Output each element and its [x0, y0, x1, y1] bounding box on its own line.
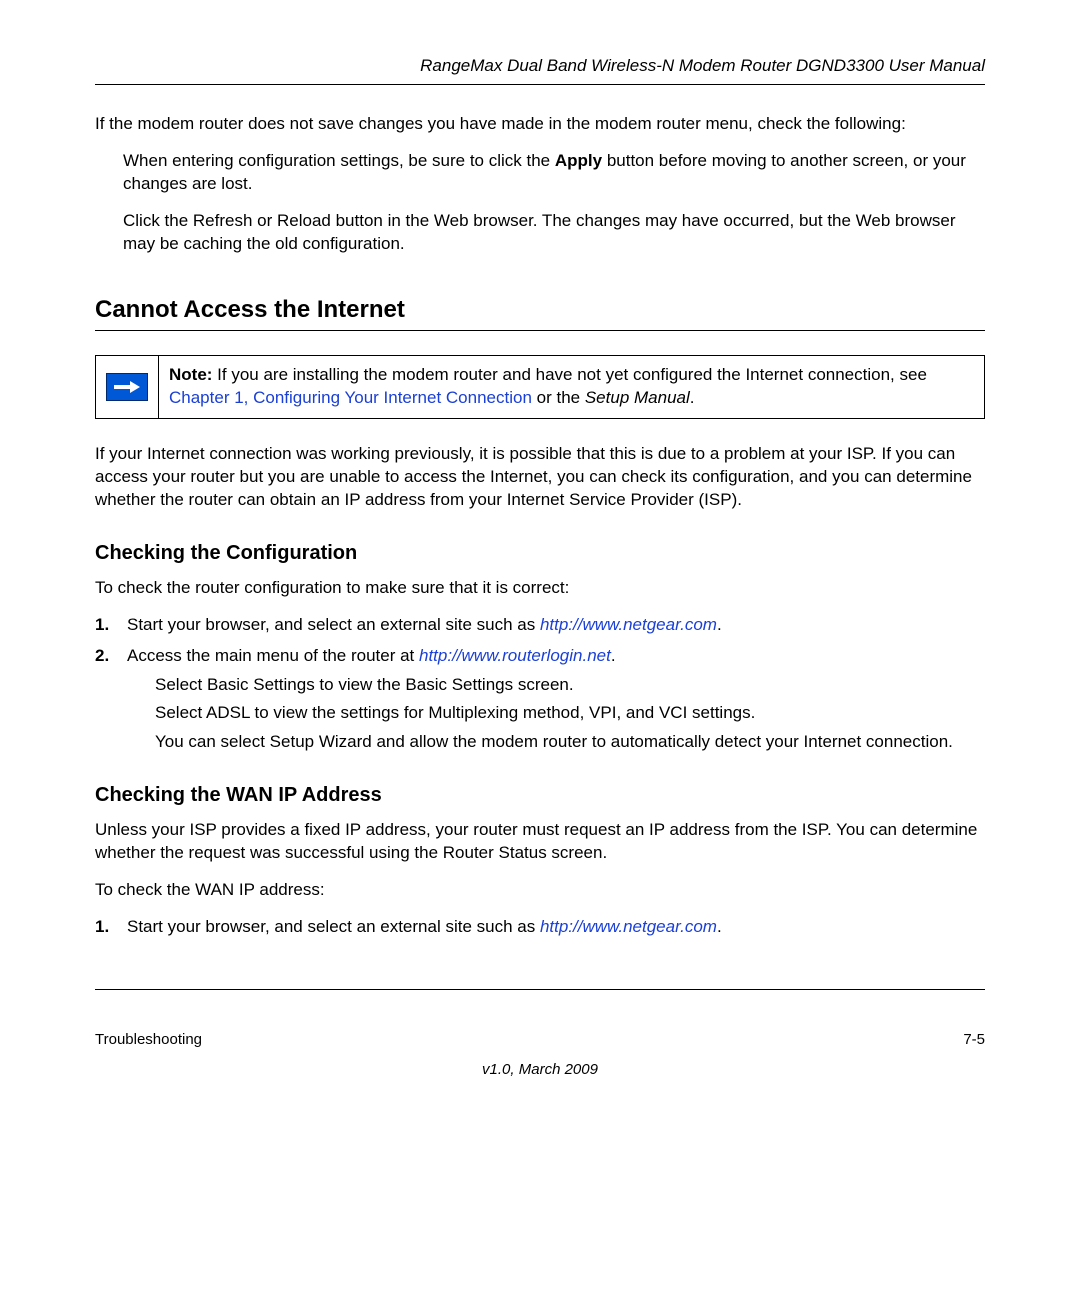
step-number: 1.	[95, 614, 109, 637]
text: to make sure that it is correct:	[346, 578, 569, 597]
footer-version: v1.0, March 2009	[95, 1060, 985, 1080]
router-url[interactable]: http://www.routerlogin.net	[419, 646, 611, 665]
footer-left: Troubleshooting	[95, 1030, 202, 1050]
text: at	[400, 646, 419, 665]
text: Start your browser, and select an extern…	[127, 917, 495, 936]
text: .	[717, 917, 722, 936]
list-item: 1. Start your browser, and select an ext…	[123, 916, 985, 939]
list-item: 1. Start your browser, and select an ext…	[123, 614, 985, 637]
text: Select ADSL to view the settings for Mu	[155, 703, 452, 722]
text: If your Internet conn	[95, 444, 246, 463]
text: ch as	[495, 615, 540, 634]
text: Click the Refresh or Reload button in th…	[123, 211, 459, 230]
chapter-link[interactable]: Chapter 1, Configuring Your Internet Con…	[169, 388, 532, 407]
section-heading-cannot-access: Cannot Access the Internet	[95, 294, 985, 326]
text: ave made in the modem router menu, check…	[469, 114, 906, 133]
section-rule	[95, 330, 985, 331]
sub-steps: Select Basic Settings to view the Basic …	[155, 674, 985, 755]
step-number: 2.	[95, 645, 109, 668]
arrow-right-icon	[106, 373, 148, 401]
text: ltiplexing method, VPI, and VCI settings…	[452, 703, 755, 722]
text: If the modem router does not save change…	[95, 114, 469, 133]
footer-row: Troubleshooting 7-5	[95, 1030, 985, 1050]
text: When entering configuration se	[123, 151, 358, 170]
note-box: Note: If you are installing the modem ro…	[95, 355, 985, 419]
text: or the	[532, 388, 585, 407]
text: ch as	[495, 917, 540, 936]
apply-label: Apply	[555, 151, 602, 170]
text: You can select Setup Wizard and allow th…	[155, 732, 505, 751]
text: ttings, be sure to click the	[358, 151, 555, 170]
intro-paragraph: If the modem router does not save change…	[95, 113, 985, 136]
list-item: 2. Access the main menu of the router at…	[123, 645, 985, 755]
note-text: Note: If you are installing the modem ro…	[159, 356, 984, 418]
text: nd have not yet configured the Internet …	[512, 365, 927, 384]
note-label: Note:	[169, 365, 212, 384]
text: ection was working previously, it is pos…	[246, 444, 562, 463]
text: Access the main menu of the router	[127, 646, 400, 665]
text: the router can obtain an IP address from…	[160, 490, 742, 509]
text: .	[611, 646, 616, 665]
sub2-p1: Unless your ISP provides a fixed IP addr…	[95, 819, 985, 865]
footer-page-number: 7-5	[963, 1030, 985, 1050]
text: If you are installing the modem router a	[212, 365, 512, 384]
sub-step: Select Basic Settings to view the Basic …	[155, 674, 985, 697]
manual-header: RangeMax Dual Band Wireless-N Modem Rout…	[95, 55, 985, 78]
intro-bullet-2: Click the Refresh or Reload button in th…	[123, 210, 985, 256]
sub-step: You can select Setup Wizard and allow th…	[155, 731, 985, 754]
spacer	[95, 949, 985, 989]
subsection-heading-wanip: Checking the WAN IP Address	[95, 782, 985, 809]
section1-paragraph: If your Internet connection was working …	[95, 443, 985, 512]
wan-steps: 1. Start your browser, and select an ext…	[95, 916, 985, 939]
note-icon-cell	[96, 356, 159, 418]
header-rule	[95, 84, 985, 85]
text: Start your browser, and select an extern…	[127, 615, 495, 634]
text: ew the Basic Settings screen.	[351, 675, 574, 694]
text: dem router to automatically detect your …	[505, 732, 953, 751]
sub1-intro: To check the router configuration to mak…	[95, 577, 985, 600]
subsection-heading-config: Checking the Configuration	[95, 540, 985, 567]
text: .	[717, 615, 722, 634]
setup-manual-ref: Setup Manual	[585, 388, 690, 407]
text: .	[690, 388, 695, 407]
step-number: 1.	[95, 916, 109, 939]
external-url[interactable]: http://www.netgear.com	[540, 615, 717, 634]
sub2-p2: To check the WAN IP address:	[95, 879, 985, 902]
text: Unless your ISP provides a fixed IP addr…	[95, 820, 473, 839]
intro-bullet-1: When entering configuration settings, be…	[123, 150, 985, 196]
text: To check the router configuration	[95, 578, 346, 597]
config-steps: 1. Start your browser, and select an ext…	[95, 614, 985, 755]
sub-step: Select ADSL to view the settings for Mul…	[155, 702, 985, 725]
text: successful using the Router Status scree…	[285, 843, 607, 862]
footer-rule	[95, 989, 985, 990]
external-url[interactable]: http://www.netgear.com	[540, 917, 717, 936]
text: Select Basic Settings to vi	[155, 675, 351, 694]
